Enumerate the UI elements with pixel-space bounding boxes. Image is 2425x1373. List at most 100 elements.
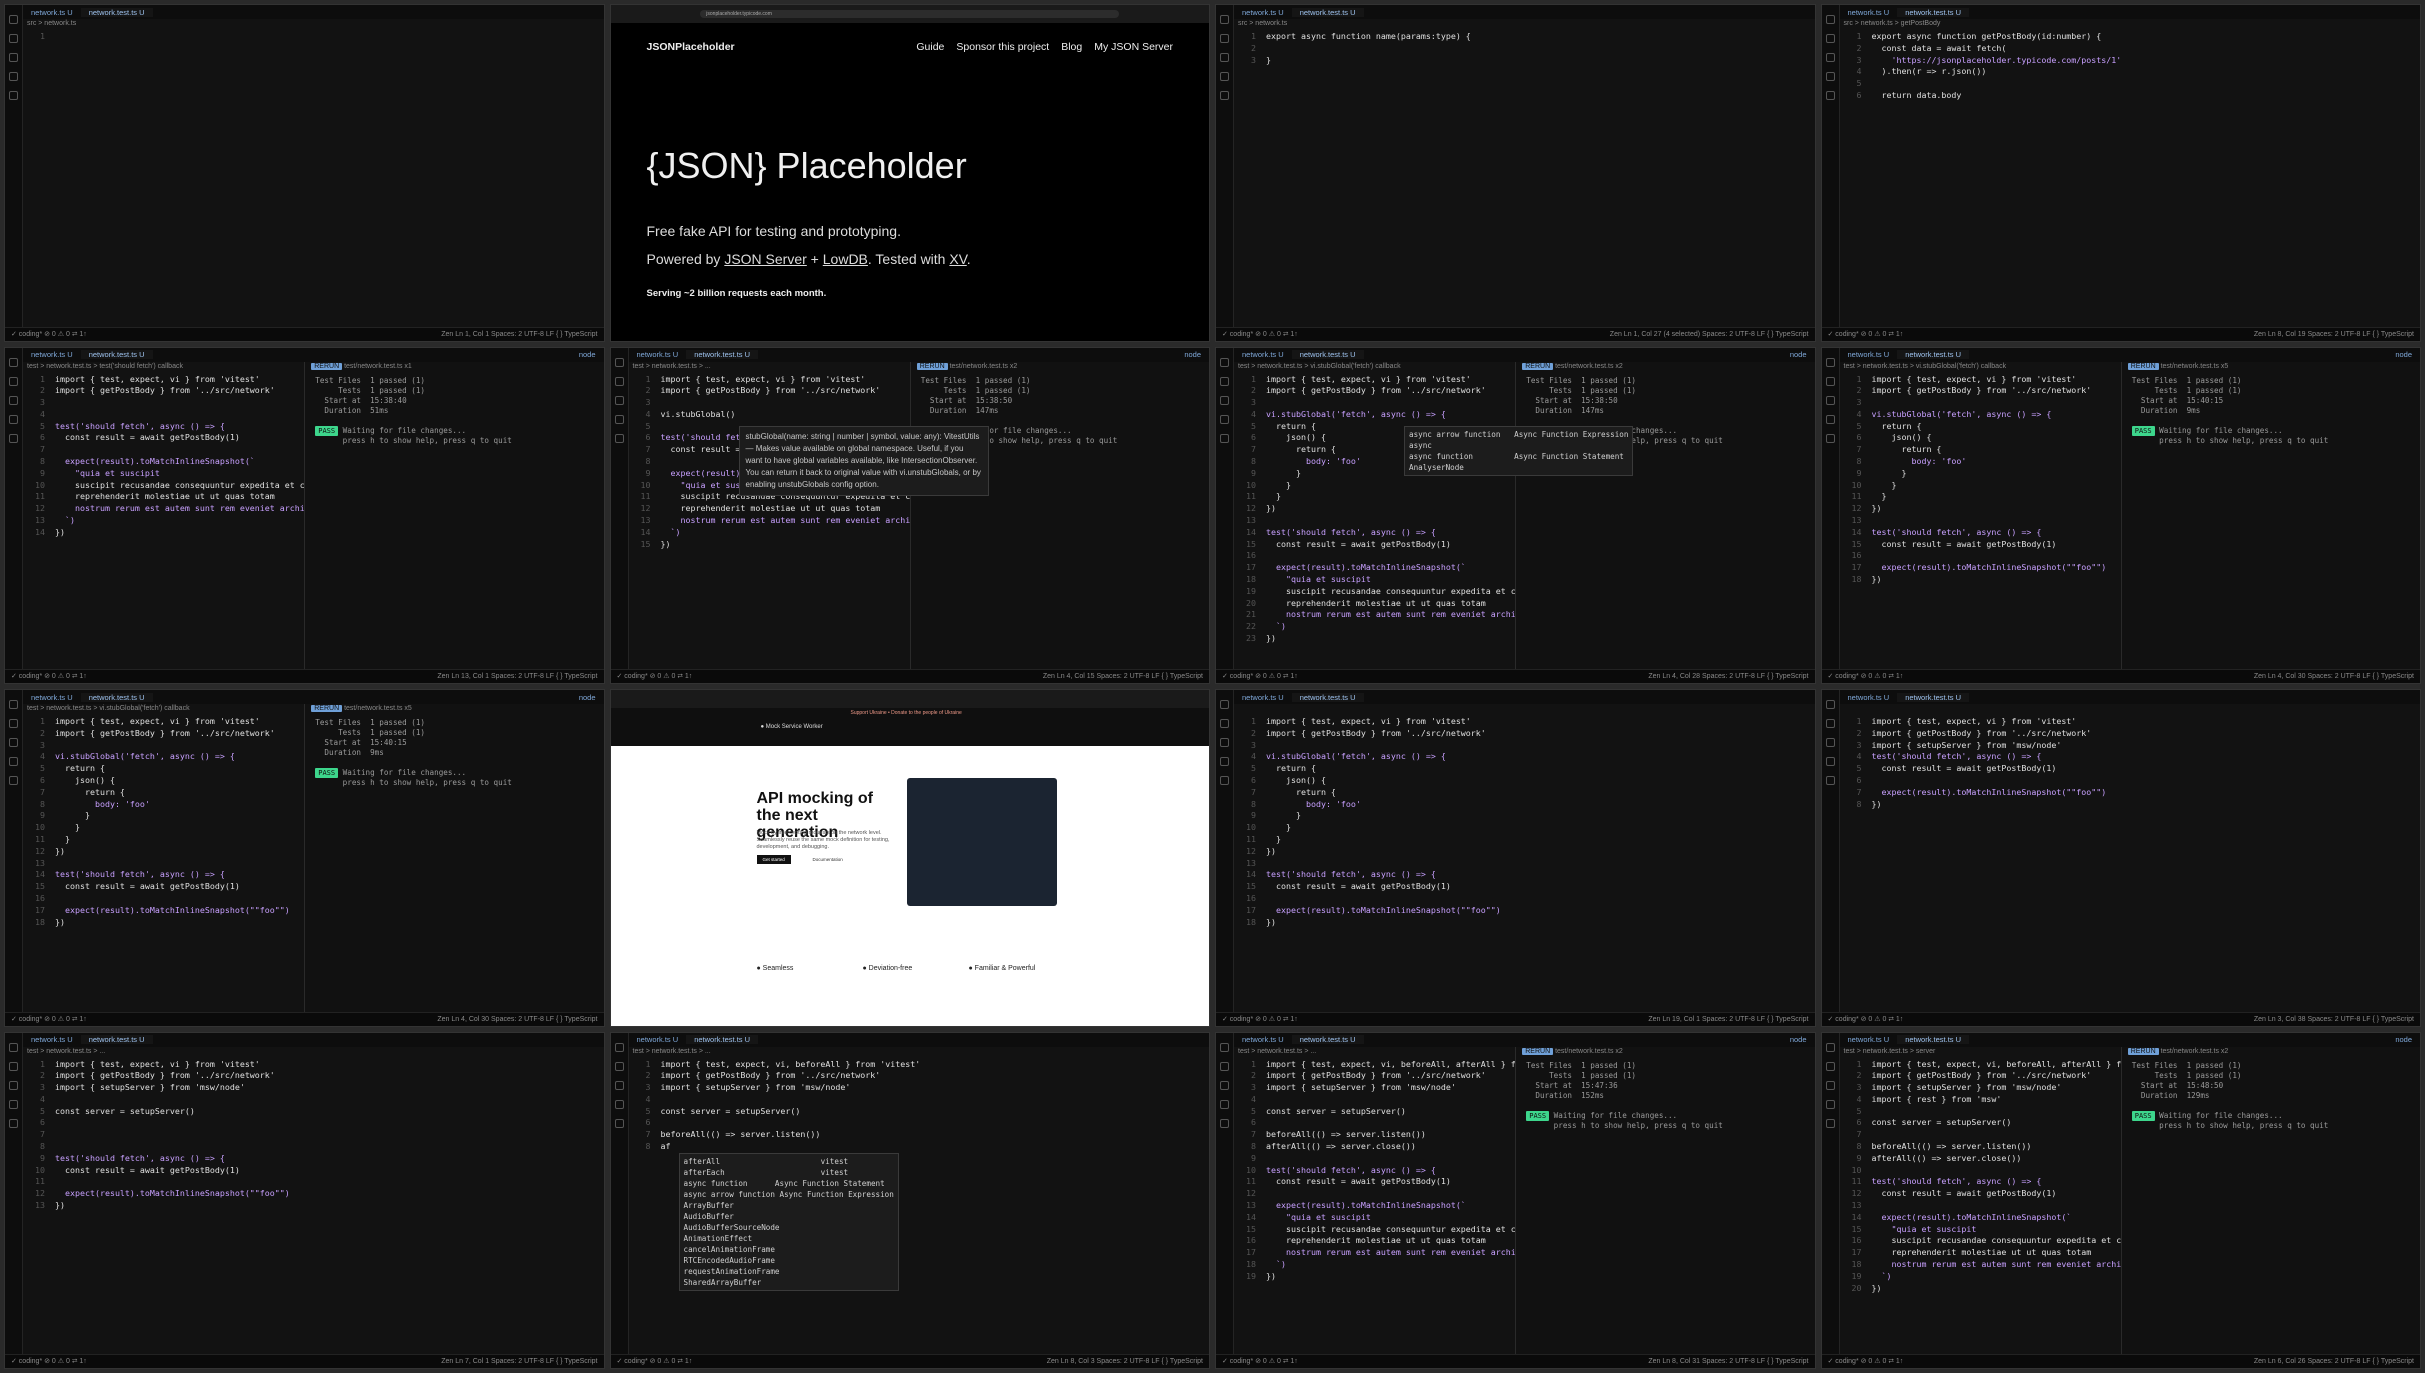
terminal-tab[interactable]: node <box>1176 350 1209 359</box>
search-icon[interactable] <box>1220 719 1229 728</box>
nav-link-2[interactable]: Blog <box>1061 41 1082 53</box>
json-server-link[interactable]: JSON Server <box>724 251 806 267</box>
explorer-icon[interactable] <box>1220 15 1229 24</box>
terminal[interactable]: RERUN test/network.test.ts x2 Test Files … <box>2120 1046 2420 1354</box>
extensions-icon[interactable] <box>9 776 18 785</box>
suggestion-9[interactable]: RTCEncodedAudioFrame <box>684 1255 894 1266</box>
status-branch[interactable]: ✓ coding* ⊘ 0 ⚠ 0 ⮂ 1↑ <box>1828 1015 1904 1024</box>
tab-1[interactable]: network.test.ts U <box>1291 1035 1364 1044</box>
extensions-icon[interactable] <box>1825 91 1835 100</box>
status-branch[interactable]: ✓ coding* ⊘ 0 ⚠ 0 ⮂ 1↑ <box>1828 1357 1904 1366</box>
tab-0[interactable]: network.ts U <box>1840 1035 1898 1044</box>
search-icon[interactable] <box>9 376 18 386</box>
search-icon[interactable] <box>1825 34 1835 43</box>
debug-icon[interactable] <box>1825 72 1835 81</box>
suggestion-3[interactable]: AnalyserNode <box>1409 462 1628 473</box>
code-editor[interactable]: 1 import { test, expect, vi } from 'vites… <box>27 1059 600 1212</box>
terminal-tab[interactable]: node <box>1782 1035 1815 1044</box>
search-icon[interactable] <box>1220 376 1229 386</box>
suggestion-1[interactable]: async <box>1409 440 1628 451</box>
explorer-icon[interactable] <box>9 700 18 709</box>
terminal[interactable]: RERUN test/network.test.ts x2 Test Files … <box>1515 1046 1815 1354</box>
tab-0[interactable]: network.ts U <box>23 1035 81 1044</box>
code-editor[interactable]: 1 import { test, expect, vi } from 'vites… <box>1238 374 1546 645</box>
explorer-icon[interactable] <box>1825 15 1835 24</box>
suggestion-0[interactable]: async arrow function Async Function Expr… <box>1409 429 1628 440</box>
source-control-icon[interactable] <box>614 1080 624 1090</box>
status-branch[interactable]: ✓ coding* ⊘ 0 ⚠ 0 ⮂ 1↑ <box>1222 1357 1298 1366</box>
source-control-icon[interactable] <box>9 738 18 747</box>
code-editor[interactable]: 1 export async function name(params:type)… <box>1238 31 1811 66</box>
extensions-icon[interactable] <box>9 433 18 443</box>
extensions-icon[interactable] <box>9 1118 18 1128</box>
ukraine-banner[interactable]: Support Ukraine • Donate to the people o… <box>851 710 962 716</box>
terminal[interactable]: RERUN test/network.test.ts x5 Test Files … <box>2120 361 2420 669</box>
code-editor[interactable]: 1 import { test, expect, vi, beforeAll } … <box>633 1059 1206 1153</box>
tab-0[interactable]: network.ts U <box>1840 693 1898 702</box>
status-branch[interactable]: ✓ coding* ⊘ 0 ⚠ 0 ⮂ 1↑ <box>1222 330 1298 339</box>
explorer-icon[interactable] <box>1220 357 1229 367</box>
terminal[interactable]: RERUN test/network.test.ts x2 Test Files … <box>1515 361 1815 669</box>
suggestion-5[interactable]: AudioBuffer <box>684 1211 894 1222</box>
terminal[interactable]: RERUN test/network.test.ts x5 Test Files … <box>304 704 604 1012</box>
source-control-icon[interactable] <box>614 395 624 405</box>
tab-1[interactable]: network.test.ts U <box>80 7 153 17</box>
extensions-icon[interactable] <box>1220 91 1229 100</box>
terminal[interactable]: RERUN test/network.test.ts x2 Test Files … <box>909 361 1209 669</box>
code-editor[interactable]: 1 import { test, expect, vi } from 'vites… <box>1844 716 2417 810</box>
tab-0[interactable]: network.ts U <box>1234 8 1292 17</box>
tab-0[interactable]: network.ts U <box>23 693 81 702</box>
source-control-icon[interactable] <box>1220 1080 1229 1090</box>
tab-0[interactable]: network.ts U <box>23 8 81 17</box>
status-branch[interactable]: ✓ coding* ⊘ 0 ⚠ 0 ⮂ 1↑ <box>1222 672 1298 681</box>
source-control-icon[interactable] <box>9 53 18 62</box>
suggestion-11[interactable]: SharedArrayBuffer <box>684 1277 894 1288</box>
explorer-icon[interactable] <box>1825 357 1835 367</box>
search-icon[interactable] <box>1220 1061 1229 1071</box>
tab-1[interactable]: network.test.ts U <box>80 350 153 359</box>
source-control-icon[interactable] <box>1825 395 1835 405</box>
extensions-icon[interactable] <box>1220 1118 1229 1128</box>
tab-1[interactable]: network.test.ts U <box>1897 7 1970 17</box>
terminal[interactable]: RERUN test/network.test.ts x1 Test Files … <box>304 361 604 669</box>
status-branch[interactable]: ✓ coding* ⊘ 0 ⚠ 0 ⮂ 1↑ <box>1828 330 1904 339</box>
tab-1[interactable]: network.test.ts U <box>1291 692 1364 702</box>
explorer-icon[interactable] <box>9 357 18 367</box>
debug-icon[interactable] <box>1220 757 1229 766</box>
code-editor[interactable]: 1 import { test, expect, vi } from 'vites… <box>1238 716 1811 928</box>
tab-1[interactable]: network.test.ts U <box>80 1035 153 1044</box>
suggestion-10[interactable]: requestAnimationFrame <box>684 1266 894 1277</box>
suggestion-2[interactable]: async function Async Function Statement <box>1409 451 1628 462</box>
extensions-icon[interactable] <box>1220 433 1229 443</box>
lowdb-link[interactable]: LowDB <box>823 251 868 267</box>
code-editor[interactable]: 1 export async function getPostBody(id:nu… <box>1844 31 2417 102</box>
explorer-icon[interactable] <box>9 15 18 24</box>
status-branch[interactable]: ✓ coding* ⊘ 0 ⚠ 0 ⮂ 1↑ <box>1222 1015 1298 1024</box>
source-control-icon[interactable] <box>9 395 18 405</box>
extensions-icon[interactable] <box>1220 776 1229 785</box>
tab-1[interactable]: network.test.ts U <box>1897 1035 1970 1044</box>
extensions-icon[interactable] <box>614 1118 624 1128</box>
tab-1[interactable]: network.test.ts U <box>80 692 153 702</box>
terminal-tab[interactable]: node <box>571 350 604 359</box>
debug-icon[interactable] <box>1825 414 1835 424</box>
suggestion-3[interactable]: async arrow function Async Function Expr… <box>684 1189 894 1200</box>
autocomplete-popup[interactable]: afterAll vitest afterEach vitest async fun… <box>678 1152 899 1291</box>
tab-0[interactable]: network.ts U <box>1840 8 1898 17</box>
suggestion-6[interactable]: AudioBufferSourceNode <box>684 1222 894 1233</box>
tab-0[interactable]: network.ts U <box>1234 693 1292 702</box>
code-editor[interactable]: 1 import { test, expect, vi, beforeAll, a… <box>1844 1059 2182 1295</box>
search-icon[interactable] <box>9 719 18 728</box>
nav-link-0[interactable]: Guide <box>916 41 944 53</box>
terminal-tab[interactable]: node <box>2387 1035 2420 1044</box>
tab-0[interactable]: network.ts U <box>629 1035 687 1044</box>
search-icon[interactable] <box>1825 719 1835 728</box>
search-icon[interactable] <box>9 34 18 43</box>
terminal-tab[interactable]: node <box>2387 350 2420 359</box>
tab-0[interactable]: network.ts U <box>1234 1035 1292 1044</box>
code-editor[interactable]: 1 import { test, expect, vi } from 'vites… <box>27 716 304 928</box>
search-icon[interactable] <box>614 1061 624 1071</box>
tab-1[interactable]: network.test.ts U <box>1897 692 1970 702</box>
source-control-icon[interactable] <box>1825 53 1835 62</box>
xv-link[interactable]: XV <box>949 251 966 267</box>
